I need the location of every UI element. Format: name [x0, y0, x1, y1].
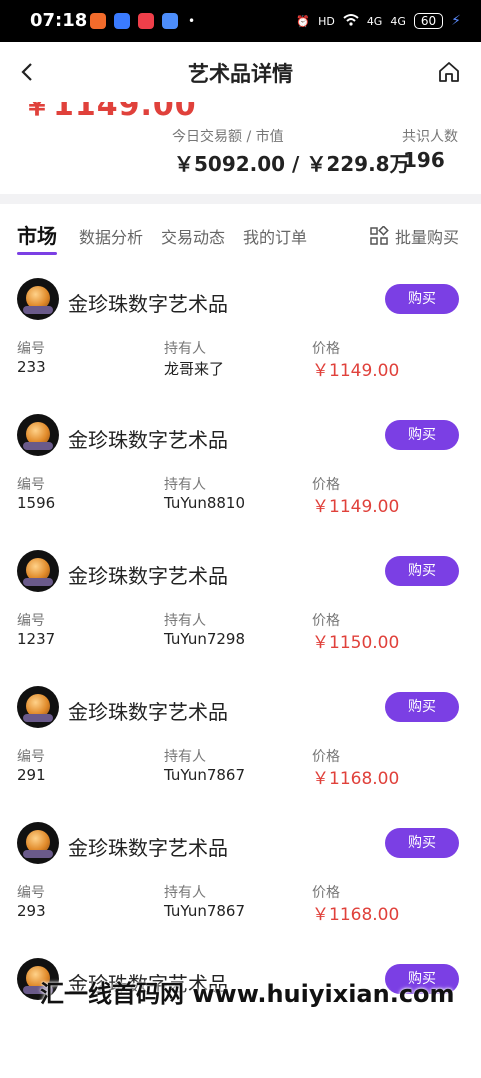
holder-value: TuYun7867	[164, 766, 246, 784]
batch-buy-button[interactable]: 批量购买	[369, 224, 459, 248]
price-label: 价格	[312, 477, 340, 493]
number-value: 291	[17, 766, 46, 784]
wifi-icon	[343, 13, 359, 30]
artwork-name: 金珍珠数字艺术品	[68, 428, 228, 452]
grid-icon	[370, 226, 389, 245]
tab-trade-activity[interactable]: 交易动态	[161, 224, 225, 248]
charging-icon: ⚡	[451, 13, 461, 29]
holder-label: 持有人	[164, 341, 206, 357]
number-label: 编号	[17, 477, 45, 493]
price-label: 价格	[312, 749, 340, 765]
artwork-avatar	[17, 414, 59, 456]
price-value: ￥1168.00	[312, 769, 400, 789]
consensus-value: 196	[403, 148, 445, 172]
price-value: ￥1168.00	[312, 905, 400, 925]
signal-4g-icon: 4G	[366, 14, 383, 28]
holder-value: TuYun7867	[164, 902, 246, 920]
artwork-name: 金珍珠数字艺术品	[68, 700, 228, 724]
number-value: 293	[17, 902, 46, 920]
watermark: 汇一线首码网 www.huiyixian.com	[40, 980, 455, 1007]
price-label: 价格	[312, 341, 340, 357]
app-icon-blue	[114, 13, 130, 29]
number-value: 233	[17, 358, 46, 376]
status-bar: 07:18 • ⏰ HD 4G 4G 60 ⚡	[0, 0, 481, 42]
listing-card: 金珍珠数字艺术品 购买 编号 1596 持有人 TuYun8810 价格 ￥11…	[0, 398, 481, 534]
artwork-name: 金珍珠数字艺术品	[68, 292, 228, 316]
status-indicators: ⏰ HD 4G 4G 60 ⚡	[296, 10, 461, 32]
number-label: 编号	[17, 613, 45, 629]
artwork-avatar	[17, 822, 59, 864]
artwork-name: 金珍珠数字艺术品	[68, 836, 228, 860]
batch-buy-label: 批量购买	[394, 228, 459, 247]
holder-label: 持有人	[164, 885, 206, 901]
tab-my-orders[interactable]: 我的订单	[243, 224, 307, 248]
artwork-avatar	[17, 550, 59, 592]
active-tab-indicator	[17, 252, 57, 255]
holder-value: 龙哥来了	[164, 360, 225, 378]
home-button[interactable]	[437, 60, 461, 84]
number-value: 1596	[17, 494, 56, 512]
home-icon	[439, 62, 459, 82]
artwork-avatar	[17, 278, 59, 320]
artwork-avatar	[17, 686, 59, 728]
buy-button[interactable]: 购买	[385, 420, 459, 450]
holder-value: TuYun8810	[164, 494, 246, 512]
buy-button[interactable]: 购买	[385, 284, 459, 314]
price-label: 价格	[312, 885, 340, 901]
alarm-icon: ⏰	[296, 14, 311, 28]
consensus-label: 共识人数	[402, 129, 458, 145]
trade-value: ￥5092.00 / ￥229.8万	[174, 152, 410, 176]
holder-label: 持有人	[164, 749, 206, 765]
artwork-name: 金珍珠数字艺术品	[68, 564, 228, 588]
listing-card: 金珍珠数字艺术品 购买 编号 293 持有人 TuYun7867 价格 ￥116…	[0, 806, 481, 942]
tab-market[interactable]: 市场	[17, 220, 57, 249]
nav-bar: 艺术品详情	[0, 42, 481, 102]
page-title: 艺术品详情	[188, 62, 293, 86]
holder-label: 持有人	[164, 613, 206, 629]
listing-list: 金珍珠数字艺术品 购买 编号 233 持有人 龙哥来了 价格 ￥1149.00 …	[0, 262, 481, 1078]
status-dot: •	[188, 14, 196, 28]
tab-bar: 市场 数据分析 交易动态 我的订单 批量购买	[0, 204, 481, 262]
holder-label: 持有人	[164, 477, 206, 493]
trade-label: 今日交易额 / 市值	[172, 129, 284, 145]
buy-button[interactable]: 购买	[385, 556, 459, 586]
app-icon-red	[138, 13, 154, 29]
number-label: 编号	[17, 885, 45, 901]
tab-data-analysis[interactable]: 数据分析	[79, 224, 143, 248]
price-value: ￥1149.00	[312, 361, 400, 381]
listing-card: 金珍珠数字艺术品 购买 编号 233 持有人 龙哥来了 价格 ￥1149.00	[0, 262, 481, 398]
number-label: 编号	[17, 341, 45, 357]
status-time: 07:18	[30, 10, 88, 31]
number-value: 1237	[17, 630, 56, 648]
holder-value: TuYun7298	[164, 630, 246, 648]
current-price: ￥1149.00	[22, 102, 197, 123]
listing-card: 金珍珠数字艺术品 购买 编号 291 持有人 TuYun7867 价格 ￥116…	[0, 670, 481, 806]
price-value: ￥1149.00	[312, 497, 400, 517]
listing-card: 金珍珠数字艺术品 购买	[0, 942, 481, 1078]
battery-icon: 60	[413, 13, 444, 29]
buy-button[interactable]: 购买	[385, 828, 459, 858]
price-value: ￥1150.00	[312, 633, 400, 653]
hd-icon: HD	[318, 14, 335, 28]
summary-panel: ￥1149.00 今日交易额 / 市值 ￥5092.00 / ￥229.8万 共…	[0, 102, 481, 194]
app-icon-lightblue	[162, 13, 178, 29]
price-label: 价格	[312, 613, 340, 629]
section-divider	[0, 194, 481, 204]
listing-card: 金珍珠数字艺术品 购买 编号 1237 持有人 TuYun7298 价格 ￥11…	[0, 534, 481, 670]
app-icon-orange	[90, 13, 106, 29]
signal-4g-icon: 4G	[390, 14, 406, 28]
buy-button[interactable]: 购买	[385, 692, 459, 722]
number-label: 编号	[17, 749, 45, 765]
